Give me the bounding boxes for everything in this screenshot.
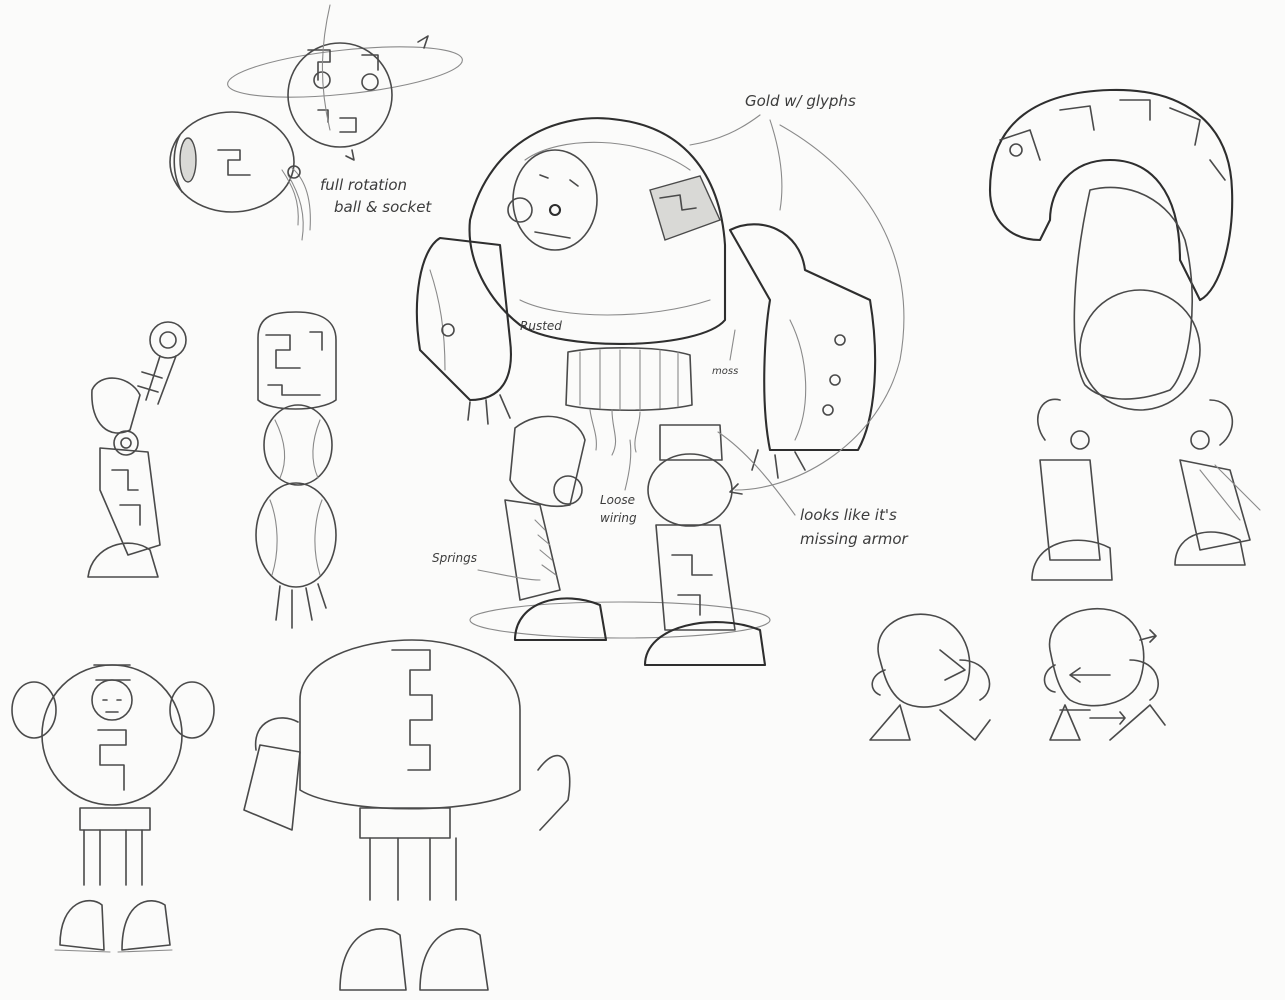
note-loose-line1: Loose xyxy=(600,493,635,507)
arm-segments-study xyxy=(255,311,337,629)
note-missing-line1: looks like it's xyxy=(800,506,897,524)
robot-front-view xyxy=(11,664,215,953)
sketch-sheet: full rotation ball & socket Gold w/ glyp… xyxy=(0,0,1285,1000)
robot-rear-arch-view xyxy=(988,88,1261,581)
sketch-canvas: full rotation ball & socket Gold w/ glyp… xyxy=(11,4,1261,991)
robot-back-view xyxy=(243,639,571,991)
note-loose-line2: wiring xyxy=(600,511,637,525)
note-gold-glyphs: Gold w/ glyphs xyxy=(745,92,856,110)
note-springs: Springs xyxy=(432,551,477,565)
note-rusted: Rusted xyxy=(520,319,562,333)
arm-side-study xyxy=(87,321,187,578)
head-rotation-study xyxy=(227,4,463,161)
note-rotation-line2: ball & socket xyxy=(334,198,432,216)
note-ball-socket: full rotation ball & socket xyxy=(320,176,432,216)
note-missing-line2: missing armor xyxy=(800,530,909,548)
note-rotation-line1: full rotation xyxy=(320,176,407,194)
head-side-study xyxy=(169,111,311,241)
note-moss: moss xyxy=(712,366,738,377)
main-robot-illustration xyxy=(415,117,877,667)
head-diagram-right xyxy=(1043,608,1166,741)
head-diagram-left xyxy=(869,613,991,741)
